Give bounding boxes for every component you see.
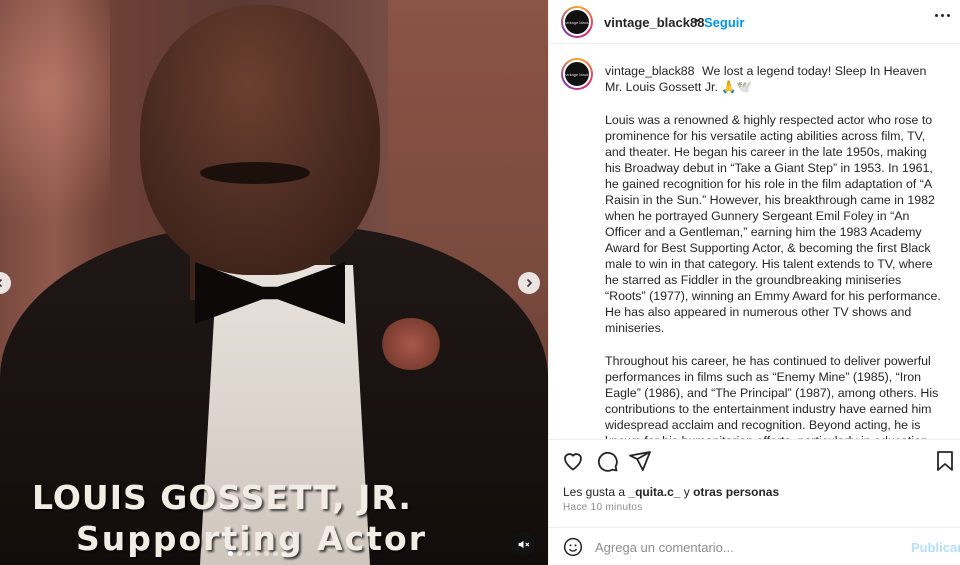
comment-input[interactable] xyxy=(595,536,895,558)
carousel-dot xyxy=(246,551,251,556)
header-username[interactable]: vintage_black88 xyxy=(604,15,704,30)
likes-prefix: Les gusta a xyxy=(563,485,629,499)
caption-paragraph-1: Louis was a renowned & highly respected … xyxy=(605,113,941,335)
post-timestamp[interactable]: Hace 10 minutos xyxy=(563,502,643,513)
video-caption-overlay: LOUIS GOSSETT, JR. Supporting Actor xyxy=(32,478,532,558)
liker-username[interactable]: _quita.c_ xyxy=(628,485,680,499)
background-glitter xyxy=(0,0,110,300)
separator-dot: • xyxy=(694,13,699,28)
carousel-indicator xyxy=(228,551,287,556)
likes-conjunction: y xyxy=(680,485,694,499)
carousel-dot xyxy=(273,551,278,556)
caption-paragraph-2: Throughout his career, he has continued … xyxy=(605,354,939,439)
likes-summary: Les gusta a _quita.c_ y otras personas xyxy=(563,485,779,499)
bookmark-icon[interactable] xyxy=(933,449,957,473)
avatar-text: vintage black xyxy=(565,19,589,25)
caption-avatar[interactable]: vintage black xyxy=(561,58,593,90)
carousel-dot xyxy=(228,551,233,556)
carousel-dot xyxy=(237,551,242,556)
add-comment-bar: Publicar xyxy=(549,527,960,565)
share-icon[interactable] xyxy=(628,449,652,473)
heart-icon[interactable] xyxy=(561,449,585,473)
caption-name: LOUIS GOSSETT, JR. xyxy=(32,478,412,517)
avatar-text: vintage black xyxy=(565,71,589,77)
mute-button[interactable] xyxy=(511,532,535,556)
post-media[interactable]: LOUIS GOSSETT, JR. Supporting Actor xyxy=(0,0,548,565)
publish-button[interactable]: Publicar xyxy=(911,540,960,555)
avatar[interactable]: vintage black xyxy=(561,6,593,38)
comment-icon[interactable] xyxy=(595,449,619,473)
more-options-icon[interactable] xyxy=(935,14,950,17)
chevron-left-icon xyxy=(0,278,3,288)
carousel-dot xyxy=(282,551,287,556)
carousel-dot xyxy=(264,551,269,556)
carousel-next-button[interactable] xyxy=(518,272,540,294)
speaker-muted-icon xyxy=(518,540,529,548)
follow-button[interactable]: Seguir xyxy=(704,15,744,30)
emoji-icon[interactable] xyxy=(563,537,583,557)
caption-username[interactable]: vintage_black88 xyxy=(605,64,695,78)
likes-others-link[interactable]: otras personas xyxy=(693,485,779,499)
post-details-panel: vintage black vintage_black88 • Seguir v… xyxy=(548,0,960,565)
post-header: vintage black vintage_black88 • Seguir xyxy=(549,0,960,44)
head xyxy=(140,5,380,275)
carousel-dot xyxy=(255,551,260,556)
mustache xyxy=(200,162,310,184)
caption-body: vintage_black88 We lost a legend today! … xyxy=(605,63,945,439)
boutonniere xyxy=(380,318,442,370)
action-bar xyxy=(549,439,960,481)
chevron-right-icon xyxy=(526,278,533,288)
caption-comment: vintage black vintage_black88 We lost a … xyxy=(549,44,960,439)
